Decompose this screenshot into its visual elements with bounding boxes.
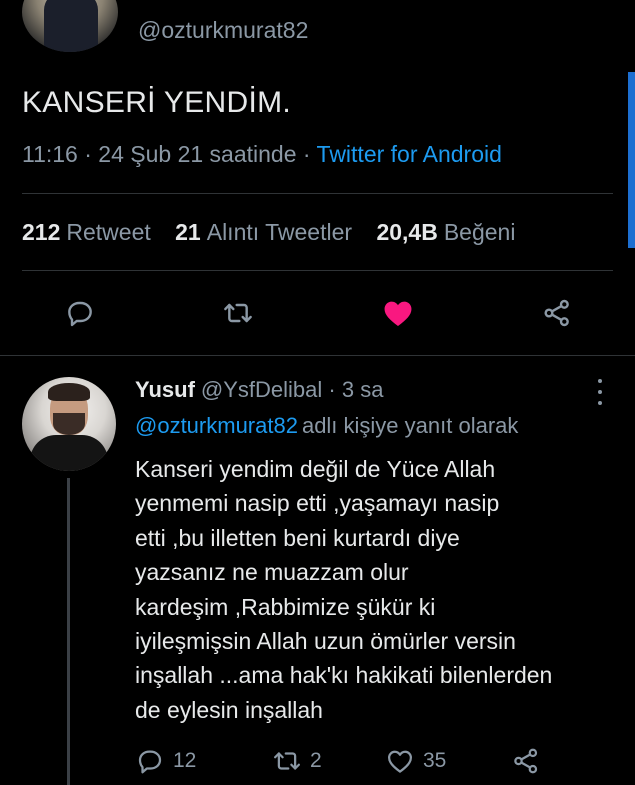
likes-label: Beğeni: [443, 219, 516, 245]
reply-text-line: yenmemi nasip etti ,yaşamayı nasip: [135, 490, 500, 517]
retweet-button[interactable]: [218, 293, 258, 333]
tweet-source-link[interactable]: Twitter for Android: [317, 141, 502, 167]
thread-line: [67, 478, 70, 785]
divider: [22, 193, 613, 194]
retweet-icon: [274, 752, 300, 770]
reply-action-bar: 12 2 35: [135, 744, 615, 778]
reply-retweet-button[interactable]: 2: [272, 744, 322, 778]
reply-like-button[interactable]: 35: [385, 744, 446, 778]
reply-text-line: etti ,bu illetten beni kurtardı diye: [135, 524, 460, 551]
reply-text-line: yazsanız ne muazzam olur: [135, 559, 409, 586]
reply-to-mention[interactable]: @ozturkmurat82: [135, 413, 298, 438]
tweet-meta: 11:16 · 24 Şub 21 saatinde · Twitter for…: [22, 141, 502, 168]
reply-share-button[interactable]: [511, 744, 541, 778]
retweets-count: 212: [22, 219, 61, 245]
reply-icon: [138, 750, 162, 774]
tweet-timestamp: 11:16 · 24 Şub 21 saatinde ·: [22, 141, 311, 167]
likes-count: 20,4B: [376, 219, 438, 245]
like-icon-filled: [384, 301, 412, 327]
reply-text: Kanseri yendim değil de Yüce Allah yenme…: [135, 452, 620, 727]
retweet-icon: [224, 303, 252, 323]
reply-time: · 3 sa: [328, 377, 384, 402]
reply-author-avatar[interactable]: [22, 377, 116, 471]
likes-stat[interactable]: 20,4B Beğeni: [376, 219, 515, 245]
retweets-stat[interactable]: 212 Retweet: [22, 219, 151, 245]
tweet-text: KANSERİ YENDİM.: [22, 86, 292, 119]
like-count: 35: [423, 749, 447, 772]
retweets-label: Retweet: [66, 219, 151, 245]
reply-to-label: adlı kişiye yanıt olarak: [301, 413, 519, 438]
reply-text-line: kardeşim ,Rabbimize şükür ki: [135, 593, 436, 620]
reply-text-line: de eylesin inşallah: [135, 696, 323, 723]
reply-text-line: Kanseri yendim değil de Yüce Allah: [135, 456, 496, 482]
share-icon: [514, 748, 538, 774]
scrollbar[interactable]: [628, 72, 635, 248]
divider: [22, 270, 613, 271]
quotes-label: Alıntı Tweetler: [206, 219, 353, 245]
retweet-count: 2: [310, 749, 322, 772]
reply-text-line: iyileşmişsin Allah uzun ömürler versin: [135, 628, 516, 655]
more-options-icon[interactable]: [592, 377, 608, 407]
reply-text-line: inşallah ...ama hak'kı hakikati bilenler…: [135, 662, 553, 689]
reply-count: 12: [173, 749, 197, 772]
reply-button[interactable]: [60, 293, 100, 333]
heart-icon: [388, 750, 412, 773]
reply-author-name[interactable]: Yusuf: [135, 377, 195, 402]
replying-to: @ozturkmurat82 adlı kişiye yanıt olarak: [135, 413, 518, 439]
reply-icon: [68, 301, 92, 327]
reply-author-handle[interactable]: @YsfDelibal: [201, 377, 322, 402]
author-avatar[interactable]: [22, 0, 118, 52]
reply-reply-button[interactable]: 12: [135, 744, 196, 778]
like-button[interactable]: [378, 293, 418, 333]
divider: [0, 355, 635, 356]
quotes-count: 21: [175, 219, 201, 245]
share-button[interactable]: [537, 293, 577, 333]
quotes-stat[interactable]: 21 Alıntı Tweetler: [175, 219, 352, 245]
share-icon: [544, 299, 569, 327]
tweet-stats: 212 Retweet 21 Alıntı Tweetler 20,4B Beğeni: [22, 219, 533, 246]
tweet-action-bar: [0, 293, 635, 333]
reply-header: Yusuf @YsfDelibal · 3 sa: [135, 377, 383, 403]
author-handle[interactable]: @ozturkmurat82: [138, 17, 308, 44]
